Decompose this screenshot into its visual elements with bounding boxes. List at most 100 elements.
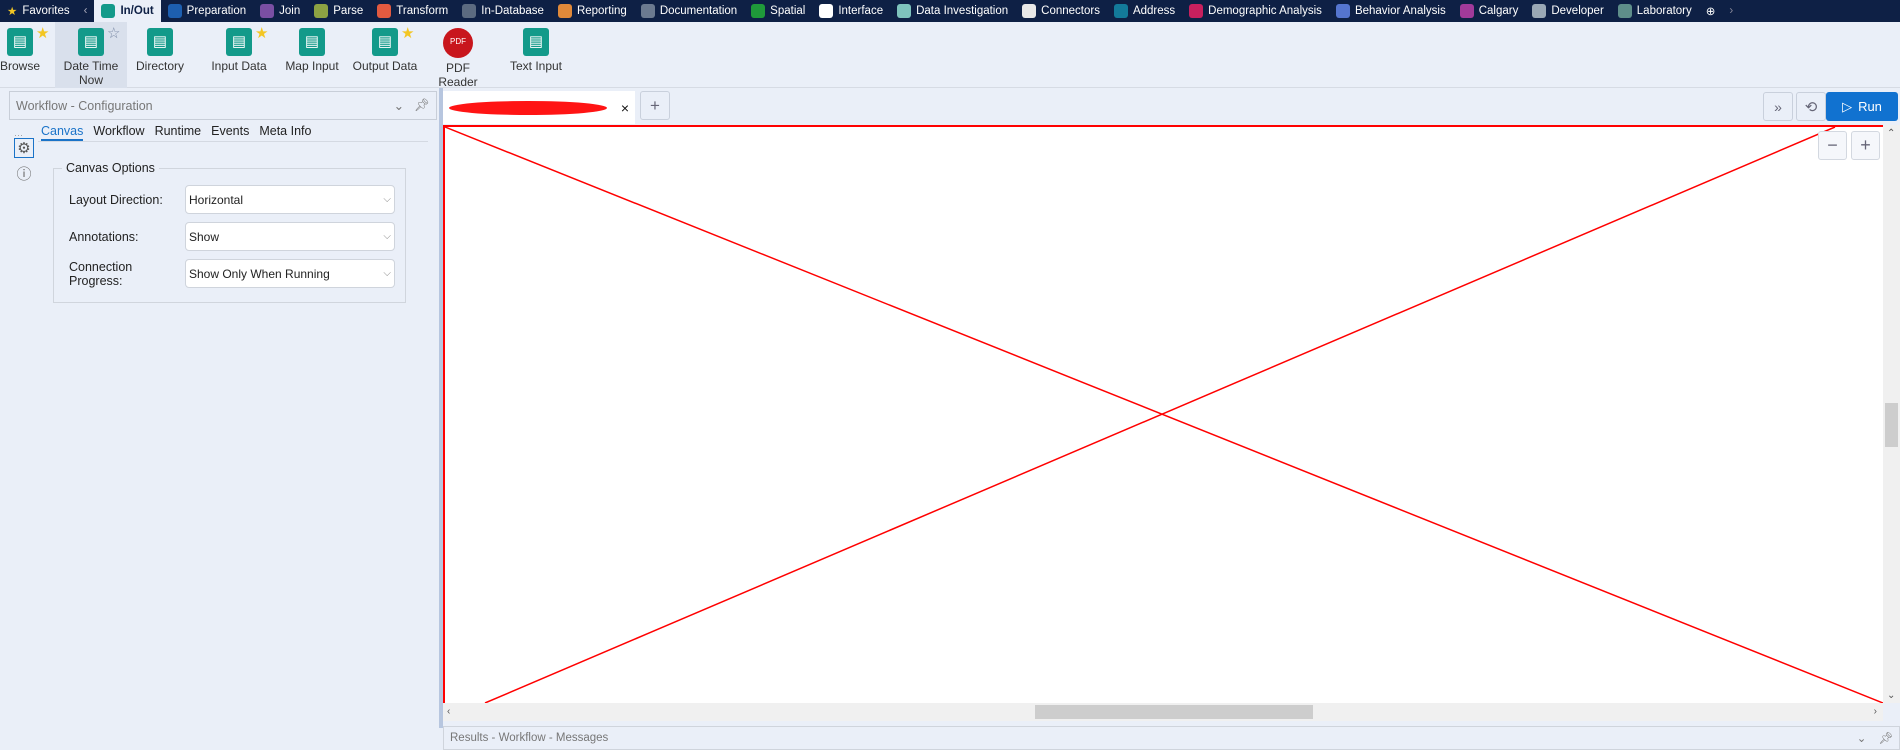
gear-icon[interactable]: ⚙ bbox=[14, 138, 34, 158]
category-icon bbox=[557, 4, 572, 18]
nav-scroll-left[interactable]: ‹ bbox=[77, 0, 95, 22]
tab-events[interactable]: Events bbox=[211, 124, 249, 141]
nav-in-out[interactable]: In/Out bbox=[94, 0, 161, 22]
field-dropdown[interactable]: Horizontal ⌵ bbox=[185, 185, 395, 214]
close-icon[interactable]: × bbox=[621, 100, 629, 116]
field-dropdown[interactable]: Show ⌵ bbox=[185, 222, 395, 251]
nav-transform[interactable]: Transform bbox=[370, 0, 455, 22]
error-cross bbox=[445, 127, 1883, 703]
panel-header: Workflow - Configuration ⌄ 📌︎ bbox=[9, 91, 437, 120]
nav-behavior-analysis[interactable]: Behavior Analysis bbox=[1329, 0, 1453, 22]
tab-runtime[interactable]: Runtime bbox=[155, 124, 202, 141]
tool-date-time-now[interactable]: ▤ ☆ Date Time Now bbox=[55, 22, 127, 88]
category-icon bbox=[751, 4, 766, 18]
tool-icon: ▤ bbox=[523, 28, 549, 56]
tool-icon: ▤ bbox=[226, 28, 252, 56]
tool-directory[interactable]: ▤ Directory bbox=[130, 22, 190, 88]
help-icon[interactable]: ⓘ bbox=[14, 163, 34, 183]
category-nav: ★ Favorites ‹ In/Out Preparation Join Parse T… bbox=[0, 0, 1900, 22]
nav-laboratory[interactable]: Laboratory bbox=[1611, 0, 1699, 22]
add-tab-button[interactable]: + bbox=[640, 91, 670, 120]
tool-icon: ▤ bbox=[299, 28, 325, 56]
tool-icon: ▤ bbox=[372, 28, 398, 56]
tool-output-data[interactable]: ▤ ★ Output Data bbox=[350, 22, 420, 88]
star-icon: ★ bbox=[7, 6, 18, 18]
horizontal-scrollbar[interactable]: ‹ › bbox=[443, 703, 1883, 721]
results-title: Results - Workflow - Messages bbox=[450, 732, 609, 744]
tool-browse[interactable]: ▤ ★ Browse bbox=[0, 22, 49, 88]
workflow-tab[interactable]: × bbox=[443, 91, 635, 124]
nav-scroll-right[interactable]: › bbox=[1722, 0, 1740, 22]
nav-address[interactable]: Address bbox=[1107, 0, 1182, 22]
category-icon bbox=[1335, 4, 1350, 18]
vertical-scrollbar[interactable]: ⌃ ⌄ bbox=[1883, 125, 1900, 703]
nav-developer[interactable]: Developer bbox=[1525, 0, 1610, 22]
category-icon bbox=[1532, 4, 1547, 18]
workflow-canvas[interactable]: − + bbox=[443, 125, 1883, 703]
category-icon bbox=[377, 4, 392, 18]
category-icon bbox=[819, 4, 834, 18]
chevron-down-icon: ⌵ bbox=[383, 268, 391, 279]
tool-text-input[interactable]: ▤ Text Input bbox=[500, 22, 572, 88]
star-icon[interactable]: ★ bbox=[36, 24, 49, 42]
pin-icon[interactable]: 📌︎ bbox=[1878, 731, 1893, 745]
tool-map-input[interactable]: ▤ Map Input bbox=[280, 22, 344, 88]
nav-connectors[interactable]: Connectors bbox=[1015, 0, 1107, 22]
configuration-panel: Workflow - Configuration ⌄ 📌︎ ··· ⚙ ⓘ Ca… bbox=[0, 88, 439, 750]
field-dropdown[interactable]: Show Only When Running ⌵ bbox=[185, 259, 395, 288]
chevron-down-icon[interactable]: ⌄ bbox=[394, 98, 404, 113]
category-icon bbox=[1022, 4, 1037, 18]
category-icon bbox=[1113, 4, 1128, 18]
group-title: Canvas Options bbox=[62, 161, 159, 175]
panel-title: Workflow - Configuration bbox=[16, 98, 153, 113]
run-button[interactable]: ▷ Run bbox=[1826, 92, 1898, 121]
category-icon bbox=[1617, 4, 1632, 18]
field-row: Connection Progress: Show Only When Runni… bbox=[69, 259, 395, 288]
nav-reporting[interactable]: Reporting bbox=[551, 0, 634, 22]
field-label: Connection Progress: bbox=[69, 259, 133, 288]
nav-in-database[interactable]: In-Database bbox=[455, 0, 551, 22]
tab-meta-info[interactable]: Meta Info bbox=[259, 124, 311, 141]
nav-preparation[interactable]: Preparation bbox=[161, 0, 253, 22]
category-icon bbox=[1459, 4, 1474, 18]
tab-workflow[interactable]: Workflow bbox=[93, 124, 144, 141]
field-label: Annotations: bbox=[69, 229, 139, 244]
field-row: Annotations: Show ⌵ bbox=[69, 222, 395, 251]
zoom-in-button[interactable]: + bbox=[1851, 131, 1880, 160]
star-icon[interactable]: ★ bbox=[255, 24, 268, 42]
nav-favorites[interactable]: ★ Favorites bbox=[0, 0, 77, 22]
nav-documentation[interactable]: Documentation bbox=[634, 0, 744, 22]
chevron-down-icon[interactable]: ⌄ bbox=[1857, 731, 1867, 745]
document-tabs: × + » ⟲ bbox=[443, 88, 1900, 124]
zoom-out-button[interactable]: − bbox=[1818, 131, 1847, 160]
tool-palette: ▤ ★ Browse ▤ ☆ Date Time Now ▤ Directory ▤ ★ Input… bbox=[0, 22, 1900, 89]
tool-icon: PDF bbox=[443, 28, 473, 58]
nav-calgary[interactable]: Calgary bbox=[1453, 0, 1526, 22]
tool-input-data[interactable]: ▤ ★ Input Data bbox=[205, 22, 273, 88]
tab-canvas[interactable]: Canvas bbox=[41, 124, 84, 141]
category-icon bbox=[260, 4, 275, 18]
category-icon bbox=[462, 4, 477, 18]
nav-interface[interactable]: Interface bbox=[812, 0, 890, 22]
history-icon[interactable]: ⟲ bbox=[1796, 92, 1826, 121]
category-icon bbox=[314, 4, 329, 18]
redacted-title bbox=[449, 100, 607, 115]
star-icon[interactable]: ★ bbox=[401, 24, 414, 42]
nav-join[interactable]: Join bbox=[253, 0, 307, 22]
tool-pdf-reader[interactable]: PDF PDF Reader bbox=[425, 22, 491, 89]
category-icon bbox=[897, 4, 912, 18]
chevron-down-icon: ⌵ bbox=[383, 231, 391, 242]
pin-icon[interactable]: 📌︎ bbox=[414, 98, 430, 113]
category-icon bbox=[101, 4, 116, 18]
expand-icon[interactable]: » bbox=[1763, 92, 1793, 121]
nav-data-investigation[interactable]: Data Investigation bbox=[890, 0, 1015, 22]
star-outline-icon[interactable]: ☆ bbox=[107, 24, 120, 42]
nav-spatial[interactable]: Spatial bbox=[744, 0, 812, 22]
canvas-options-group: Canvas Options Layout Direction: Horizont… bbox=[53, 161, 406, 303]
add-category-icon[interactable]: ⊕ bbox=[1699, 0, 1723, 22]
tool-icon: ▤ bbox=[7, 28, 33, 56]
field-row: Layout Direction: Horizontal ⌵ bbox=[69, 185, 395, 214]
tool-icon: ▤ bbox=[78, 28, 104, 56]
nav-demographic-analysis[interactable]: Demographic Analysis bbox=[1182, 0, 1329, 22]
nav-parse[interactable]: Parse bbox=[307, 0, 370, 22]
